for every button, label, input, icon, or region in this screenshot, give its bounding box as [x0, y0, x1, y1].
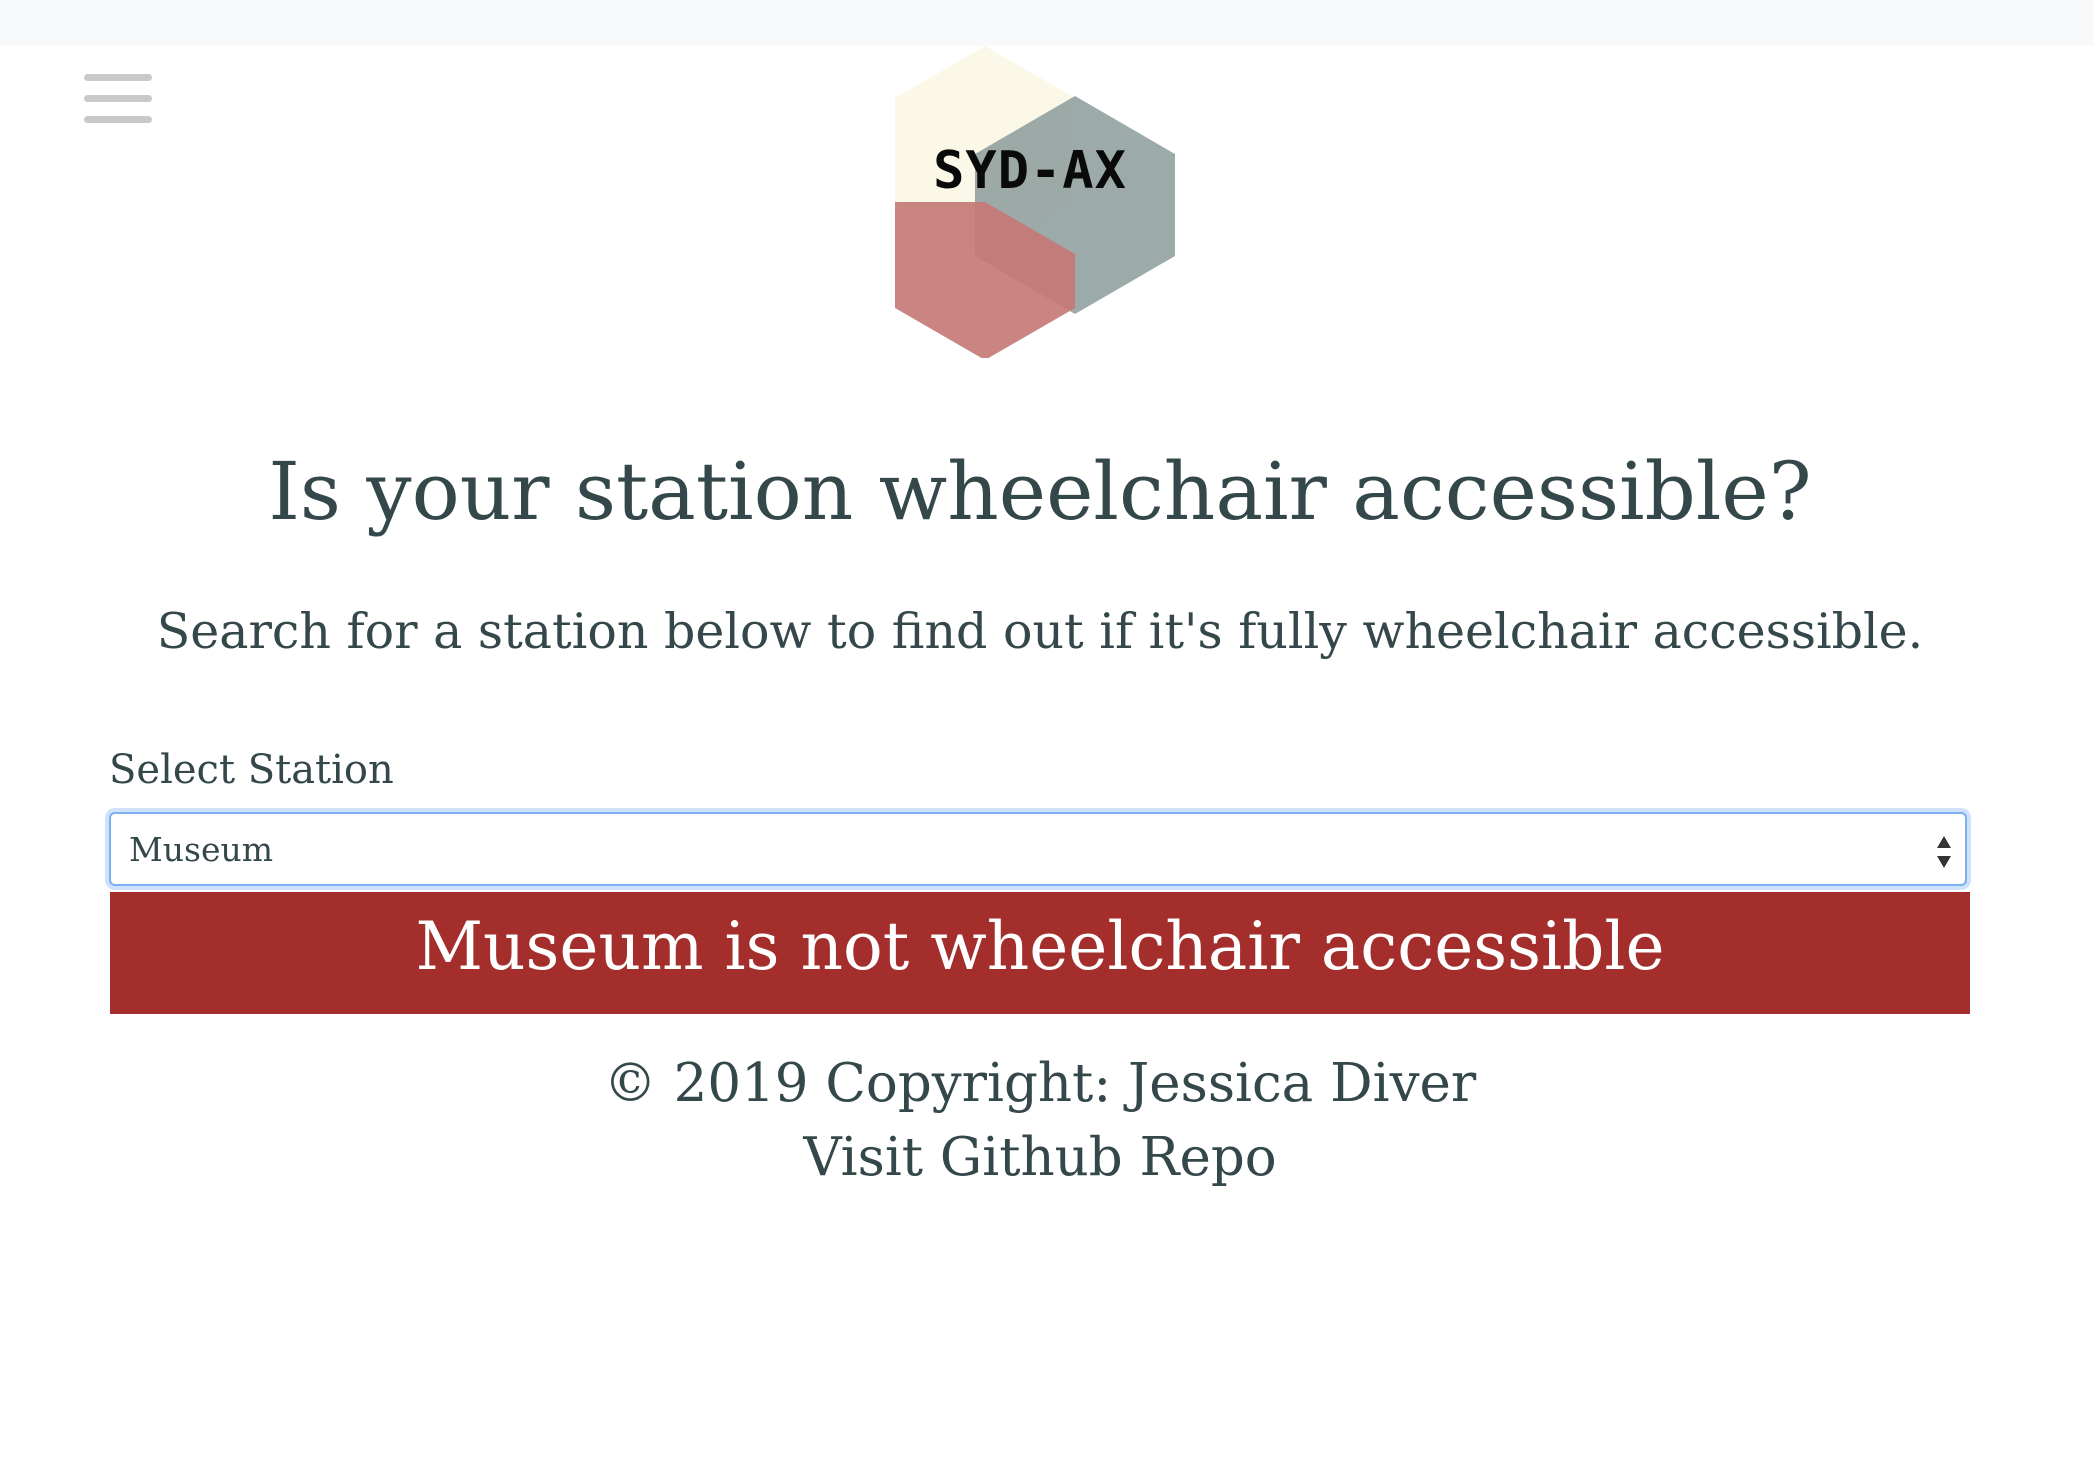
logo-hexagons-icon [895, 46, 1175, 360]
accessibility-result-banner: Museum is not wheelchair accessible [110, 892, 1970, 1014]
selected-station-value: Museum [129, 830, 274, 869]
select-arrows-icon [1937, 836, 1951, 868]
logo-text: SYD-AX [933, 141, 1127, 201]
page-subtitle: Search for a station below to find out i… [156, 603, 1924, 660]
top-bar [0, 0, 2094, 46]
github-repo-link[interactable]: Visit Github Repo [803, 1127, 1276, 1188]
footer-copyright: © 2019 Copyright: Jessica Diver [603, 1053, 1477, 1114]
site-logo[interactable]: SYD-AX [895, 46, 1185, 360]
hamburger-menu-icon[interactable] [84, 74, 152, 123]
station-select[interactable]: Museum [109, 812, 1967, 886]
page-headline: Is your station wheelchair accessible? [268, 445, 1812, 538]
footer: © 2019 Copyright: Jessica Diver Visit Gi… [0, 1047, 2080, 1195]
select-station-label: Select Station [109, 747, 394, 793]
